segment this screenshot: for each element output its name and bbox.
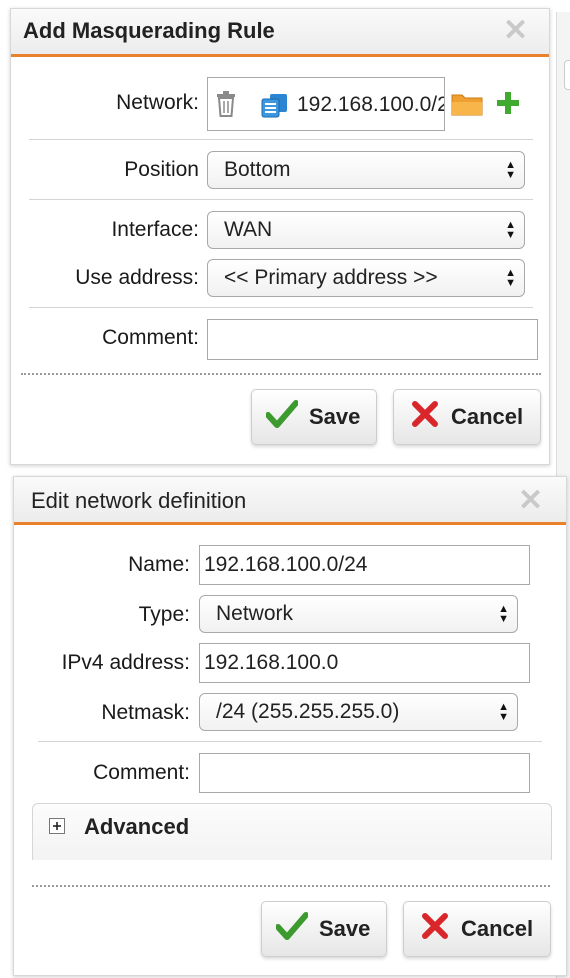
position-select[interactable]: Bottom ▲ ▼ [207, 151, 525, 189]
network-object-icon [260, 93, 290, 124]
netmask-select[interactable]: /24 (255.255.255.0) ▲ ▼ [199, 693, 518, 731]
interface-select-value: WAN [224, 218, 273, 241]
save-button-label: Save [309, 404, 361, 429]
dotted-divider [32, 885, 550, 887]
netmask-label: Netmask: [101, 701, 190, 724]
advanced-section[interactable]: Advanced [32, 803, 552, 860]
select-arrows-icon: ▲ ▼ [505, 219, 516, 241]
cancel-button-label: Cancel [461, 916, 534, 941]
name-input[interactable]: 192.168.100.0/24 [199, 545, 530, 585]
ipv4-address-input[interactable]: 192.168.100.0 [199, 643, 530, 683]
select-arrows-icon: ▲ ▼ [505, 159, 516, 181]
checkmark-icon [275, 912, 309, 946]
trash-icon[interactable] [216, 90, 236, 123]
type-select-value: Network [216, 602, 294, 625]
close-icon[interactable]: ✕ [518, 486, 543, 516]
comment-input[interactable] [207, 319, 538, 360]
cancel-button[interactable]: Cancel [403, 901, 551, 957]
select-arrows-icon: ▲ ▼ [505, 267, 516, 289]
divider [38, 741, 542, 742]
type-label: Type: [138, 603, 190, 626]
position-select-value: Bottom [224, 158, 291, 181]
name-label: Name: [128, 553, 190, 576]
advanced-label: Advanced [84, 814, 190, 839]
cancel-button-label: Cancel [451, 404, 524, 429]
save-button[interactable]: Save [251, 389, 377, 445]
use-address-select-value: << Primary address >> [224, 266, 438, 289]
cross-icon [422, 913, 448, 945]
comment-label: Comment: [93, 761, 190, 784]
use-address-label: Use address: [75, 266, 199, 289]
position-label: Position [124, 158, 199, 181]
comment-label: Comment: [102, 326, 199, 349]
folder-icon[interactable] [451, 91, 483, 122]
comment-input[interactable] [199, 753, 530, 793]
close-icon[interactable]: ✕ [503, 16, 528, 46]
background-panel-header [564, 60, 570, 90]
divider [29, 307, 533, 308]
dialog-header: Add Masquerading Rule ✕ [11, 9, 549, 57]
select-arrows-icon: ▲ ▼ [498, 701, 509, 723]
expand-plus-icon[interactable] [49, 818, 65, 839]
add-masquerading-rule-dialog: Add Masquerading Rule ✕ Network: 192.168… [10, 8, 550, 465]
checkmark-icon [265, 400, 299, 434]
network-label: Network: [116, 91, 199, 114]
save-button[interactable]: Save [261, 901, 387, 957]
cancel-button[interactable]: Cancel [393, 389, 541, 445]
divider [29, 139, 533, 140]
dialog-title: Edit network definition [31, 488, 247, 513]
divider [29, 199, 533, 200]
netmask-select-value: /24 (255.255.255.0) [216, 700, 400, 723]
type-select[interactable]: Network ▲ ▼ [199, 595, 518, 633]
ipv4-address-label: IPv4 address: [61, 651, 190, 674]
network-value: 192.168.100.0/24 [297, 93, 445, 116]
edit-network-definition-dialog: Edit network definition ✕ Name: 192.168.… [13, 476, 567, 976]
add-plus-icon[interactable] [496, 91, 520, 120]
network-field[interactable]: 192.168.100.0/24 [207, 77, 445, 131]
dialog-title: Add Masquerading Rule [23, 18, 275, 43]
dialog-header: Edit network definition ✕ [14, 477, 566, 525]
dotted-divider [21, 373, 541, 375]
cross-icon [412, 401, 438, 433]
save-button-label: Save [319, 916, 371, 941]
interface-select[interactable]: WAN ▲ ▼ [207, 211, 525, 249]
use-address-select[interactable]: << Primary address >> ▲ ▼ [207, 259, 525, 297]
select-arrows-icon: ▲ ▼ [498, 603, 509, 625]
interface-label: Interface: [111, 218, 199, 241]
